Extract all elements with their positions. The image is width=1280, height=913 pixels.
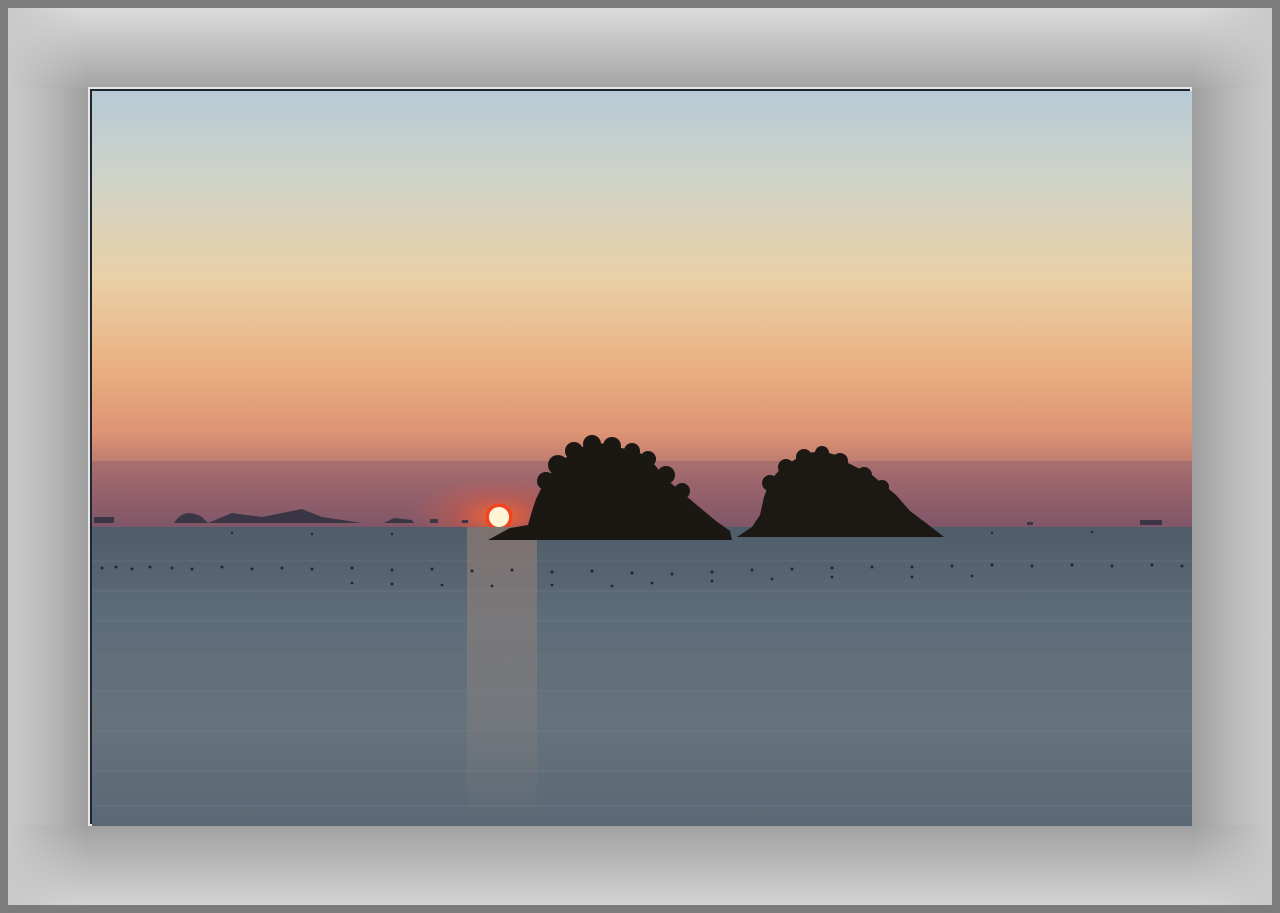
mat-left-bevel — [8, 8, 88, 905]
mat-bottom-bevel — [8, 825, 1272, 905]
photo-border — [88, 87, 1192, 826]
sea — [92, 527, 1192, 826]
mat-right-bevel — [1192, 8, 1272, 905]
sun-icon — [489, 507, 509, 527]
sunset-photo — [92, 91, 1192, 826]
sun-reflection — [467, 527, 537, 826]
mat-top-bevel — [8, 8, 1272, 88]
